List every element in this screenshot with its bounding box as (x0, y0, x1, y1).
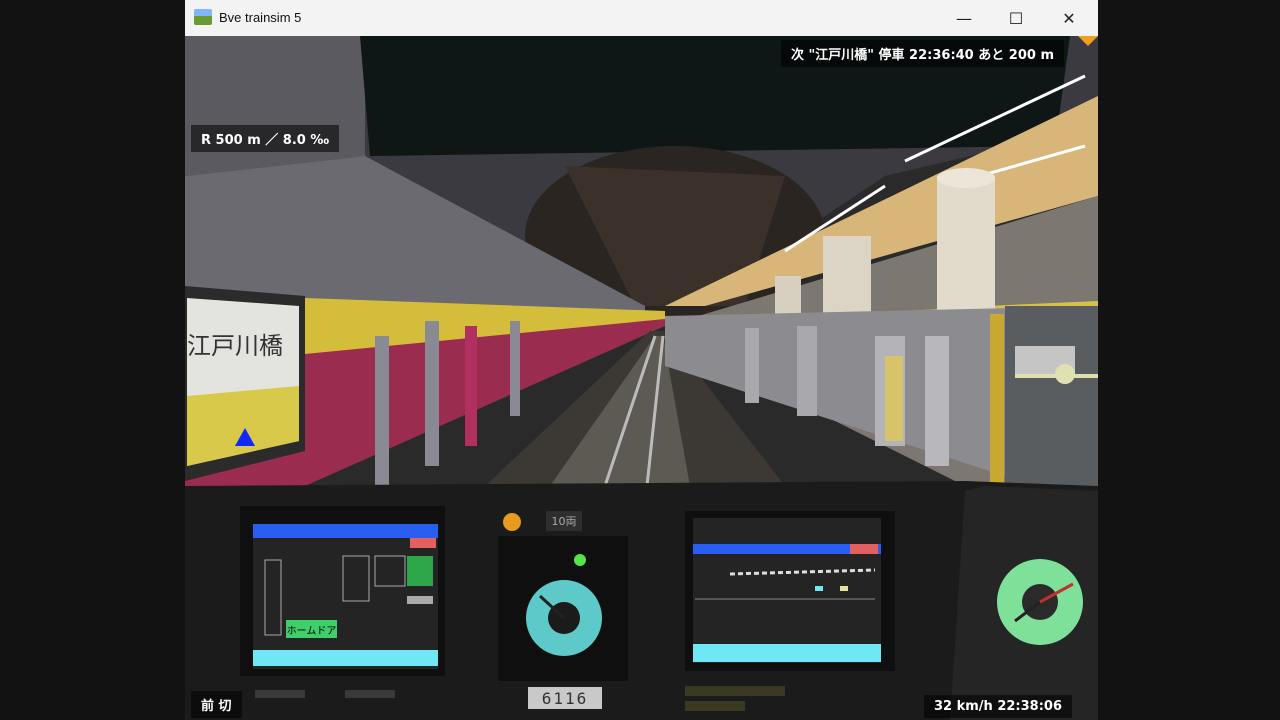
minimize-button[interactable]: — (941, 0, 987, 36)
blue-triangle-icon (235, 428, 255, 446)
title-bar[interactable]: Bve trainsim 5 — ☐ ✕ (185, 0, 1098, 36)
car-count-display: 10両 (546, 511, 582, 531)
corner-marker (1078, 36, 1098, 46)
reverser-power-indicator: 前 切 (191, 691, 242, 718)
maximize-button[interactable]: ☐ (993, 0, 1039, 36)
train-landscape-icon (194, 9, 212, 25)
window-title: Bve trainsim 5 (219, 10, 302, 25)
curve-gradient-indicator: R 500 m ／ 8.0 ‰ (191, 125, 340, 152)
home-door-label: ホームドア (286, 620, 337, 638)
orange-lamp-icon (503, 513, 521, 531)
speed-time-indicator: 32 km/h 22:38:06 (923, 695, 1072, 718)
app-window: Bve trainsim 5 — ☐ ✕ 江戸川橋 次 "江戸川橋" 停車 22… (185, 0, 1098, 720)
close-button[interactable]: ✕ (1046, 0, 1092, 36)
station-sign-text: 江戸川橋 (187, 332, 283, 360)
car-number-plate: 6116 (528, 687, 602, 709)
simulator-viewport[interactable]: 江戸川橋 次 "江戸川橋" 停車 22:36:40 あと 200 m R 500… (185, 36, 1098, 720)
next-stop-indicator: 次 "江戸川橋" 停車 22:36:40 あと 200 m (780, 40, 1064, 67)
